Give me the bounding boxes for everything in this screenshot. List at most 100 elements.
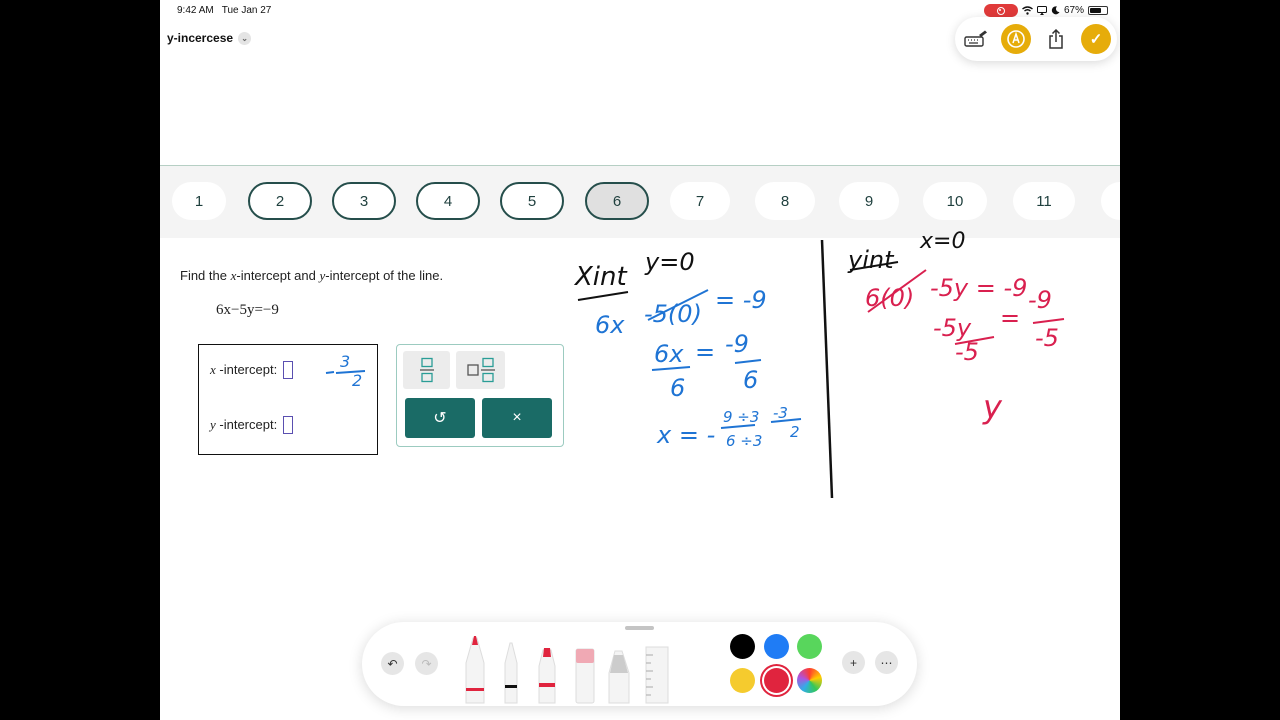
battery-percent: 67% xyxy=(1063,5,1084,16)
redo-stroke-button[interactable]: ↷ xyxy=(415,652,438,675)
undo-button[interactable]: ↺ xyxy=(405,398,475,438)
hw-right-heading-yint: yint xyxy=(847,246,895,274)
problem-button-5[interactable]: 5 xyxy=(500,182,564,220)
hw-right-line3: y xyxy=(982,388,1003,426)
problem-button-9[interactable]: 9 xyxy=(839,182,899,220)
hw-divider-line xyxy=(820,239,834,499)
add-tool-button[interactable]: + xyxy=(842,651,865,674)
document-title[interactable]: y-incercese ⌄ xyxy=(167,31,252,45)
answer-box: x -intercept: y -intercept: xyxy=(198,344,378,455)
problem-button-8[interactable]: 8 xyxy=(755,182,815,220)
hw-left-line3-den: 6 ÷3 xyxy=(726,432,762,450)
wifi-icon xyxy=(1022,6,1033,15)
eraser-tool[interactable] xyxy=(575,648,595,704)
ruler-tool[interactable] xyxy=(645,646,669,704)
hw-left-line2-num-b: -9 xyxy=(725,330,749,358)
hw-left-heading-y0: y=0 xyxy=(644,248,695,276)
problem-button-11[interactable]: 11 xyxy=(1013,182,1075,220)
hw-left-line3-num: 9 ÷3 xyxy=(723,408,759,426)
problem-button-6[interactable]: 6 xyxy=(585,182,649,220)
prompt-part: -intercept and xyxy=(236,268,320,283)
status-bar-right: 67% xyxy=(983,4,1108,17)
problem-button-3[interactable]: 3 xyxy=(332,182,396,220)
fine-pen-tool[interactable] xyxy=(504,642,518,704)
problem-button-7[interactable]: 7 xyxy=(670,182,730,220)
x-intercept-label-text: -intercept: xyxy=(215,362,278,377)
problem-button-4[interactable]: 4 xyxy=(416,182,480,220)
mixed-number-icon xyxy=(466,357,495,383)
y-intercept-row: y -intercept: xyxy=(210,416,294,434)
problem-button-2[interactable]: 2 xyxy=(248,182,312,220)
hw-left-line2-eq: = xyxy=(695,338,715,366)
handwriting-tool-button[interactable] xyxy=(961,24,991,54)
problem-button-10[interactable]: 10 xyxy=(923,182,987,220)
fraction-key[interactable] xyxy=(403,351,450,389)
hw-right-line2-eq: = xyxy=(1000,304,1020,332)
y-intercept-label: y -intercept: xyxy=(210,417,277,433)
chevron-down-icon[interactable]: ⌄ xyxy=(238,31,252,45)
marker-tool[interactable] xyxy=(538,648,556,704)
more-options-button[interactable]: ⋯ xyxy=(875,651,898,674)
record-icon xyxy=(996,6,1005,15)
status-date: Tue Jan 27 xyxy=(221,5,272,16)
document-title-text: y-incercese xyxy=(167,31,234,45)
checkmark-icon: ✓ xyxy=(1089,31,1103,48)
undo-icon: ↺ xyxy=(433,410,447,427)
done-button[interactable]: ✓ xyxy=(1081,24,1111,54)
pencil-tool[interactable] xyxy=(608,650,630,704)
ellipsis-icon: ⋯ xyxy=(880,655,893,670)
color-swatch[interactable] xyxy=(730,668,755,693)
x-intercept-row: x -intercept: xyxy=(210,361,294,379)
hw-left-line3-lhs: x = - xyxy=(656,421,715,449)
hw-left-line1-rhs: = -9 xyxy=(715,286,767,314)
status-bar-left: 9:42 AM Tue Jan 27 xyxy=(177,5,271,16)
hw-left-line2-den-b: 6 xyxy=(743,366,758,394)
toolbar-grabber[interactable] xyxy=(625,626,654,630)
line-equation: 6x−5y=−9 xyxy=(216,302,279,318)
close-icon: × xyxy=(512,409,522,426)
color-swatch[interactable] xyxy=(764,634,789,659)
hw-left-line3-ans-num: -3 xyxy=(773,404,788,422)
redo-icon: ↷ xyxy=(421,656,432,671)
pen-tool[interactable] xyxy=(465,636,485,704)
hw-right-line1-rhs: -5y = -9 xyxy=(930,274,1027,302)
screen-recording-indicator[interactable] xyxy=(983,4,1018,17)
share-icon xyxy=(1049,29,1063,49)
hw-underline-yint xyxy=(849,261,899,271)
keyboard-pen-icon xyxy=(964,30,987,47)
ipad-screen: 9:42 AM Tue Jan 27 67% y-incercese ⌄ ✓ 1… xyxy=(160,0,1120,720)
prompt-part: Find the xyxy=(180,268,231,283)
battery-fill xyxy=(1090,8,1101,13)
y-intercept-input[interactable] xyxy=(283,416,294,434)
undo-icon: ↶ xyxy=(387,656,398,671)
markup-toolbar: ✓ xyxy=(955,17,1117,61)
status-time: 9:42 AM xyxy=(177,5,214,16)
undo-stroke-button[interactable]: ↶ xyxy=(381,652,404,675)
battery-icon xyxy=(1088,6,1108,15)
hw-right-line2-den-b: -5 xyxy=(1035,324,1059,352)
problem-prompt: Find the x-intercept and y-intercept of … xyxy=(180,268,443,284)
screen-mirroring-icon xyxy=(1036,6,1047,15)
color-swatch[interactable] xyxy=(797,634,822,659)
hw-strikethrough-red xyxy=(867,269,927,313)
math-palette: ↺ × xyxy=(396,344,564,447)
hw-left-line2-num-a: 6x xyxy=(654,340,684,368)
hw-left-line2-den-a: 6 xyxy=(670,374,685,402)
pencil-mode-button[interactable] xyxy=(1001,24,1031,54)
color-picker-wheel[interactable] xyxy=(797,668,822,693)
hw-fraction-bars-red xyxy=(954,318,1065,345)
x-intercept-input[interactable] xyxy=(283,361,294,379)
plus-icon: + xyxy=(849,655,857,670)
moon-icon xyxy=(1051,6,1060,15)
prompt-part: -intercept of the line. xyxy=(325,268,444,283)
color-swatch[interactable] xyxy=(764,668,789,693)
clear-button[interactable]: × xyxy=(482,398,552,438)
mixed-number-key[interactable] xyxy=(456,351,505,389)
hw-left-heading-xint: Xint xyxy=(573,262,628,292)
problem-button-1[interactable]: 1 xyxy=(172,182,226,220)
hw-left-line3-ans-den: 2 xyxy=(790,423,800,441)
hw-strikethrough xyxy=(647,289,709,321)
pencil-circle-icon xyxy=(1007,30,1025,48)
color-swatch[interactable] xyxy=(730,634,755,659)
share-button[interactable] xyxy=(1041,24,1071,54)
